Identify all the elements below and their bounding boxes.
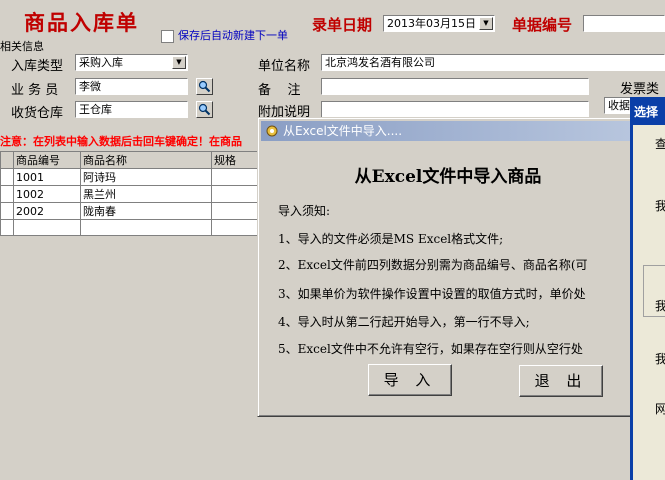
import-button[interactable]: 导 入 xyxy=(368,364,452,396)
select-window-body: 查 我 我 我 网 xyxy=(633,125,665,480)
select-window-title[interactable]: 选择 xyxy=(634,103,658,120)
dialog-title: 从Excel文件中导入.... xyxy=(283,124,403,138)
cell-code[interactable]: 1002 xyxy=(13,185,81,203)
side-label: 我 xyxy=(655,199,665,213)
row-indicator xyxy=(0,219,14,236)
date-value: 2013年03月15日 xyxy=(387,17,476,30)
type-value: 采购入库 xyxy=(79,56,123,69)
gear-icon xyxy=(266,125,278,137)
col-header-code[interactable]: 商品编号 xyxy=(13,151,81,169)
table-row[interactable]: 2002 陇南春 xyxy=(0,202,263,220)
table-row[interactable] xyxy=(0,219,263,236)
chevron-down-icon[interactable]: ▼ xyxy=(172,56,186,69)
dialog-titlebar[interactable]: 从Excel文件中导入.... xyxy=(261,121,635,141)
note-item: 3、如果单价为软件操作设置中设置的取值方式时，单价处 xyxy=(278,287,586,301)
search-icon xyxy=(198,103,211,116)
import-dialog: 从Excel文件中导入.... 从Excel文件中导入商品 导入须知: 1、导入… xyxy=(257,117,639,417)
remark-label: 备 注 xyxy=(258,83,301,98)
row-indicator xyxy=(0,168,14,186)
cell-code[interactable]: 2002 xyxy=(13,202,81,220)
cell-name[interactable]: 陇南春 xyxy=(80,202,212,220)
side-label: 查 xyxy=(655,137,665,151)
extra-input[interactable] xyxy=(321,101,589,118)
auto-new-checkbox[interactable] xyxy=(161,30,174,43)
type-select[interactable]: 采购入库 ▼ xyxy=(75,54,188,71)
select-window: 选择 查 我 我 我 网 xyxy=(630,97,665,480)
cell-name[interactable] xyxy=(80,219,212,236)
company-label: 单位名称 xyxy=(258,59,311,74)
exit-button[interactable]: 退 出 xyxy=(519,365,603,397)
cell-code[interactable] xyxy=(13,219,81,236)
clerk-input[interactable]: 李微 xyxy=(75,78,188,95)
row-indicator xyxy=(0,185,14,203)
remark-input[interactable] xyxy=(321,78,589,95)
cell-spec[interactable] xyxy=(211,185,263,203)
cell-spec[interactable] xyxy=(211,202,263,220)
items-table[interactable]: 商品编号 商品名称 规格 1001 阿诗玛 1002 黑兰州 2002 陇南春 xyxy=(0,151,263,236)
cell-name[interactable]: 黑兰州 xyxy=(80,185,212,203)
section-label: 相关信息 xyxy=(0,40,44,53)
dialog-heading: 从Excel文件中导入商品 xyxy=(354,167,542,187)
warehouse-lookup-button[interactable] xyxy=(196,101,213,118)
doc-no-input[interactable] xyxy=(583,15,665,32)
table-row[interactable]: 1001 阿诗玛 xyxy=(0,168,263,186)
company-input[interactable]: 北京鸿发名酒有限公司 xyxy=(321,54,665,71)
cell-spec[interactable] xyxy=(211,168,263,186)
cell-code[interactable]: 1001 xyxy=(13,168,81,186)
type-label: 入库类型 xyxy=(11,59,64,74)
invoice-label: 发票类 xyxy=(620,82,660,97)
warehouse-label: 收货仓库 xyxy=(11,106,64,121)
side-label: 我 xyxy=(655,352,665,366)
form-title: 商品入库单 xyxy=(24,10,139,35)
cell-spec[interactable] xyxy=(211,219,263,236)
col-header-name[interactable]: 商品名称 xyxy=(80,151,212,169)
note-item: 4、导入时从第二行起开始导入，第一行不导入; xyxy=(278,315,530,329)
table-header-row: 商品编号 商品名称 规格 xyxy=(0,151,263,169)
search-icon xyxy=(198,80,211,93)
doc-no-label: 单据编号 xyxy=(512,16,573,34)
side-label: 我 xyxy=(655,299,665,313)
clerk-lookup-button[interactable] xyxy=(196,78,213,95)
note-item: 1、导入的文件必须是MS Excel格式文件; xyxy=(278,232,504,246)
date-label: 录单日期 xyxy=(312,16,373,34)
note-item: 2、Excel文件前四列数据分别需为商品编号、商品名称(可 xyxy=(278,258,588,272)
date-picker[interactable]: 2013年03月15日 ▼ xyxy=(383,15,495,32)
table-row[interactable]: 1002 黑兰州 xyxy=(0,185,263,203)
note-item: 5、Excel文件中不允许有空行，如果存在空行则从空行处 xyxy=(278,342,583,356)
cell-name[interactable]: 阿诗玛 xyxy=(80,168,212,186)
col-header-spec[interactable]: 规格 xyxy=(211,151,263,169)
row-indicator xyxy=(0,202,14,220)
side-label: 网 xyxy=(655,402,665,416)
warehouse-input[interactable]: 王仓库 xyxy=(75,101,188,118)
auto-new-label[interactable]: 保存后自动新建下一单 xyxy=(178,27,288,43)
clerk-label: 业 务 员 xyxy=(11,83,59,98)
chevron-down-icon[interactable]: ▼ xyxy=(479,17,493,30)
notes-title: 导入须知: xyxy=(278,204,331,218)
warning-text: 注意：在列表中输入数据后击回车键确定！在商品 xyxy=(0,135,242,148)
row-indicator xyxy=(0,151,14,169)
